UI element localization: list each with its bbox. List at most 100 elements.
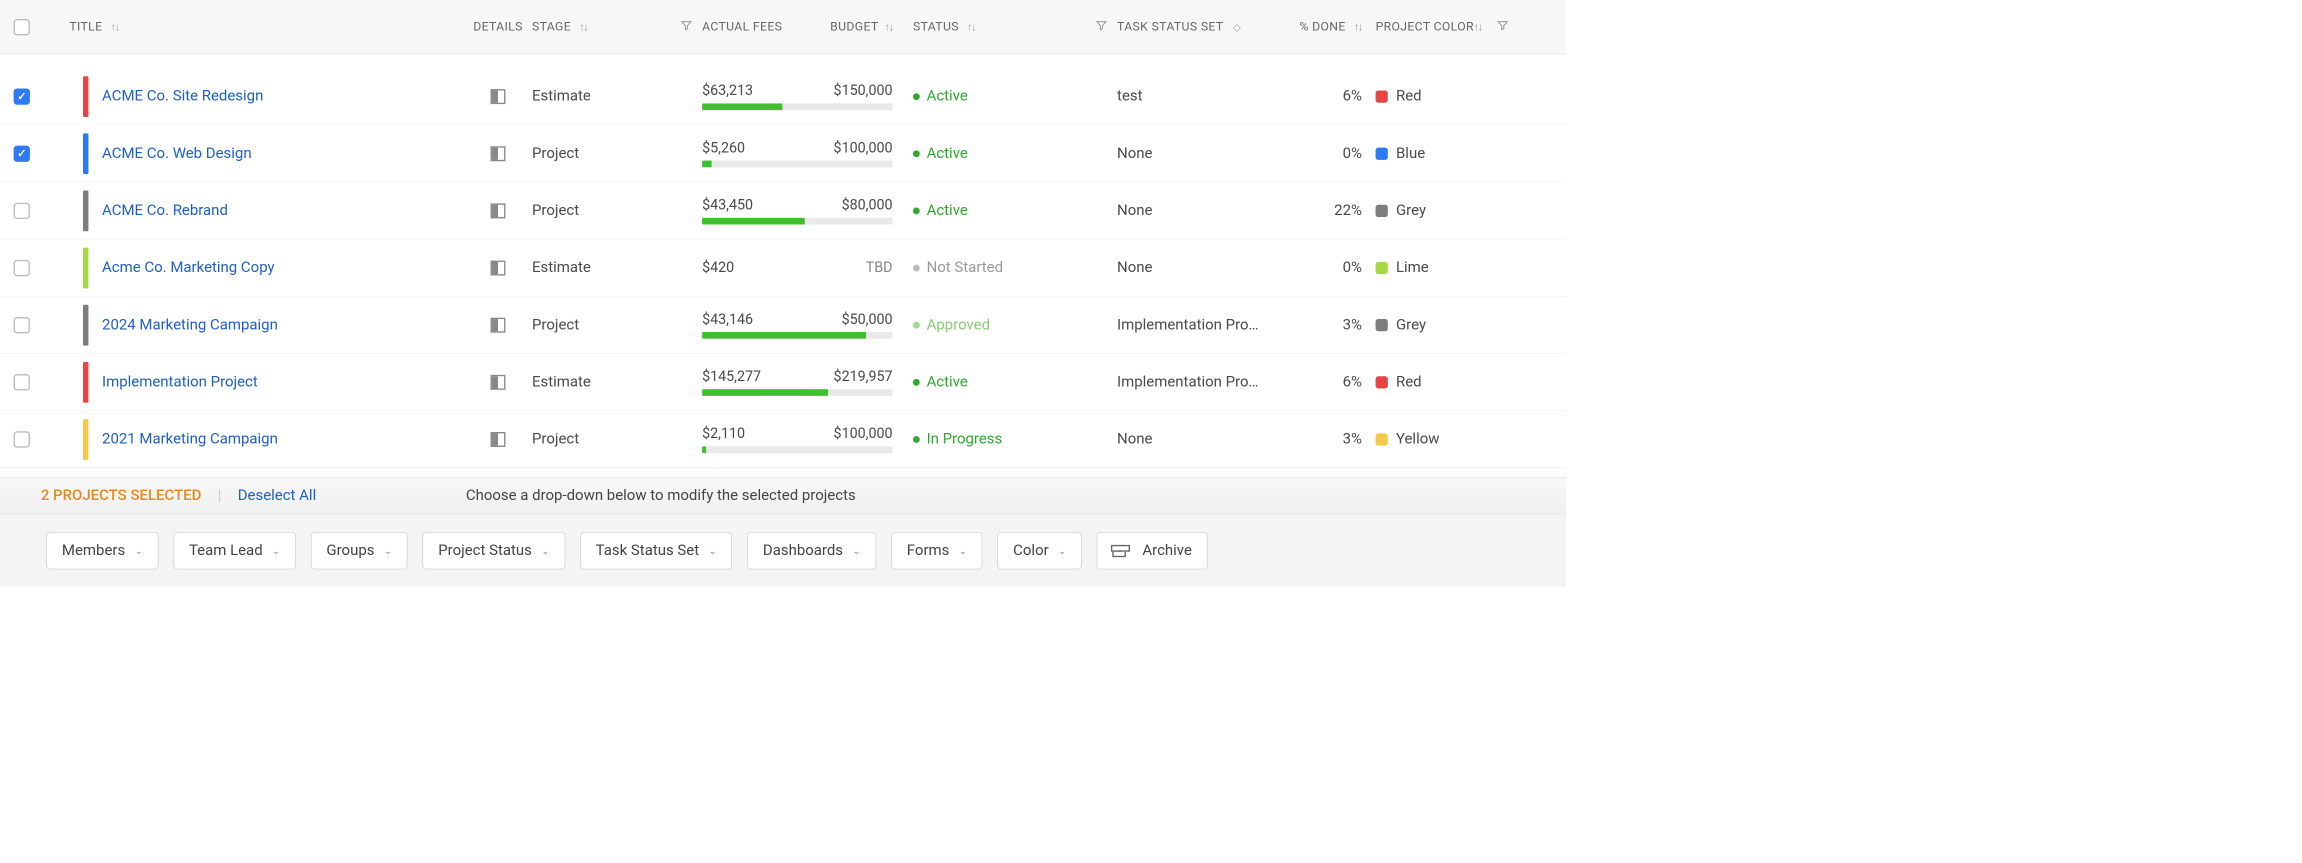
row-checkbox-cell — [14, 374, 56, 390]
task-status-set-dropdown[interactable]: Task Status Set ⌄ — [580, 532, 732, 569]
task-status-set-cell: None — [1117, 145, 1280, 162]
status-text: Not Started — [927, 259, 1003, 276]
column-header-title[interactable]: TITLE ↑↓ — [56, 0, 464, 54]
color-label: Lime — [1396, 259, 1429, 276]
sort-icon[interactable]: ↑↓ — [1474, 20, 1482, 34]
project-title-link[interactable]: ACME Co. Site Redesign — [102, 88, 263, 105]
table-row[interactable]: ACME Co. Site RedesignEstimate$63,213$15… — [0, 68, 1566, 125]
sort-icon[interactable]: ↑↓ — [1354, 20, 1362, 34]
status-cell: Active — [913, 202, 1117, 219]
row-checkbox[interactable] — [14, 145, 30, 161]
budget-progress-fill — [702, 332, 866, 339]
column-header-status[interactable]: STATUS ↑↓ — [913, 0, 1117, 54]
sort-diamond-icon[interactable]: ◇ — [1233, 21, 1241, 33]
budget-progress-fill — [702, 446, 706, 453]
dropdown-label: Forms — [907, 542, 950, 559]
details-panel-icon[interactable] — [490, 146, 505, 161]
archive-button[interactable]: Archive — [1097, 532, 1208, 569]
team-lead-dropdown[interactable]: Team Lead ⌄ — [173, 532, 296, 569]
status-text: Approved — [927, 316, 990, 333]
column-header-stage[interactable]: STAGE ↑↓ — [532, 0, 702, 54]
budget-progress-fill — [702, 389, 828, 396]
groups-dropdown[interactable]: Groups ⌄ — [311, 532, 408, 569]
fees-budget-cell: $420TBD — [702, 260, 913, 276]
budget-progress-bar — [702, 217, 892, 224]
members-dropdown[interactable]: Members ⌄ — [46, 532, 158, 569]
separator: | — [218, 487, 222, 504]
project-color-cell: Lime — [1376, 259, 1519, 276]
title-cell: 2024 Marketing Campaign — [56, 304, 464, 345]
table-row[interactable]: 2021 Marketing CampaignProject$2,110$100… — [0, 411, 1566, 468]
row-checkbox-cell — [14, 202, 56, 218]
column-label: TITLE — [69, 20, 102, 34]
row-checkbox[interactable] — [14, 202, 30, 218]
status-dot-icon — [913, 150, 920, 157]
chevron-down-icon: ⌄ — [1058, 545, 1066, 556]
sort-icon[interactable]: ↑↓ — [884, 20, 892, 33]
dropdown-label: Dashboards — [763, 542, 843, 559]
column-header-details[interactable]: DETAILS — [464, 0, 532, 54]
table-row[interactable]: ACME Co. Web DesignProject$5,260$100,000… — [0, 125, 1566, 182]
row-checkbox[interactable] — [14, 431, 30, 447]
selection-hint: Choose a drop-down below to modify the s… — [466, 487, 856, 504]
row-checkbox-cell — [14, 431, 56, 447]
project-color-cell: Grey — [1376, 316, 1519, 333]
filter-icon[interactable] — [1497, 19, 1509, 35]
pct-done-cell: 0% — [1280, 145, 1375, 162]
row-checkbox[interactable] — [14, 260, 30, 276]
table-row[interactable]: Implementation ProjectEstimate$145,277$2… — [0, 354, 1566, 411]
color-stripe — [83, 362, 88, 403]
row-checkbox[interactable] — [14, 374, 30, 390]
sort-icon[interactable]: ↑↓ — [579, 20, 587, 34]
column-header-project-color[interactable]: PROJECT COLOR ↑↓ — [1376, 0, 1519, 54]
table-row[interactable]: Acme Co. Marketing CopyEstimate$420TBDNo… — [0, 239, 1566, 296]
color-label: Blue — [1396, 145, 1425, 162]
color-stripe — [83, 304, 88, 345]
details-panel-icon[interactable] — [490, 375, 505, 390]
budget-progress-fill — [702, 103, 782, 110]
project-status-dropdown[interactable]: Project Status ⌄ — [423, 532, 565, 569]
column-label: DETAILS — [473, 20, 523, 34]
filter-icon[interactable] — [680, 19, 692, 35]
filter-icon[interactable] — [1095, 19, 1107, 35]
chevron-down-icon: ⌄ — [541, 545, 549, 556]
color-stripe — [83, 419, 88, 460]
color-stripe — [83, 76, 88, 117]
status-cell: Not Started — [913, 259, 1117, 276]
deselect-all-link[interactable]: Deselect All — [238, 487, 316, 504]
row-checkbox[interactable] — [14, 88, 30, 104]
select-all-checkbox[interactable] — [14, 19, 30, 35]
details-panel-icon[interactable] — [490, 203, 505, 218]
column-header-task-status-set[interactable]: TASK STATUS SET ◇ — [1117, 0, 1280, 54]
color-dropdown[interactable]: Color ⌄ — [998, 532, 1082, 569]
column-header-fees-budget[interactable]: ACTUAL FEES BUDGET ↑↓ — [702, 0, 913, 54]
row-checkbox[interactable] — [14, 317, 30, 333]
column-header-pct-done[interactable]: % DONE ↑↓ — [1280, 0, 1375, 54]
color-swatch-icon — [1376, 433, 1388, 445]
status-cell: Active — [913, 88, 1117, 105]
project-title-link[interactable]: 2021 Marketing Campaign — [102, 431, 278, 448]
color-swatch-icon — [1376, 319, 1388, 331]
project-title-link[interactable]: Acme Co. Marketing Copy — [102, 259, 275, 276]
project-title-link[interactable]: ACME Co. Rebrand — [102, 202, 228, 219]
details-panel-icon[interactable] — [490, 432, 505, 447]
color-stripe — [83, 133, 88, 174]
table-row[interactable]: 2024 Marketing CampaignProject$43,146$50… — [0, 297, 1566, 354]
details-panel-icon[interactable] — [490, 317, 505, 332]
dashboards-dropdown[interactable]: Dashboards ⌄ — [747, 532, 876, 569]
table-row[interactable]: ACME Co. RebrandProject$43,450$80,000Act… — [0, 182, 1566, 239]
fees-budget-cell: $145,277$219,957 — [702, 368, 913, 395]
details-panel-icon[interactable] — [490, 89, 505, 104]
budget-value: TBD — [866, 260, 893, 276]
title-cell: Acme Co. Marketing Copy — [56, 247, 464, 288]
details-panel-icon[interactable] — [490, 260, 505, 275]
project-title-link[interactable]: Implementation Project — [102, 373, 258, 390]
sort-icon[interactable]: ↑↓ — [111, 20, 119, 34]
dropdown-label: Task Status Set — [596, 542, 700, 559]
project-title-link[interactable]: 2024 Marketing Campaign — [102, 316, 278, 333]
sort-icon[interactable]: ↑↓ — [967, 20, 975, 34]
dropdown-label: Team Lead — [189, 542, 263, 559]
dropdown-label: Color — [1013, 542, 1049, 559]
forms-dropdown[interactable]: Forms ⌄ — [891, 532, 982, 569]
project-title-link[interactable]: ACME Co. Web Design — [102, 145, 252, 162]
